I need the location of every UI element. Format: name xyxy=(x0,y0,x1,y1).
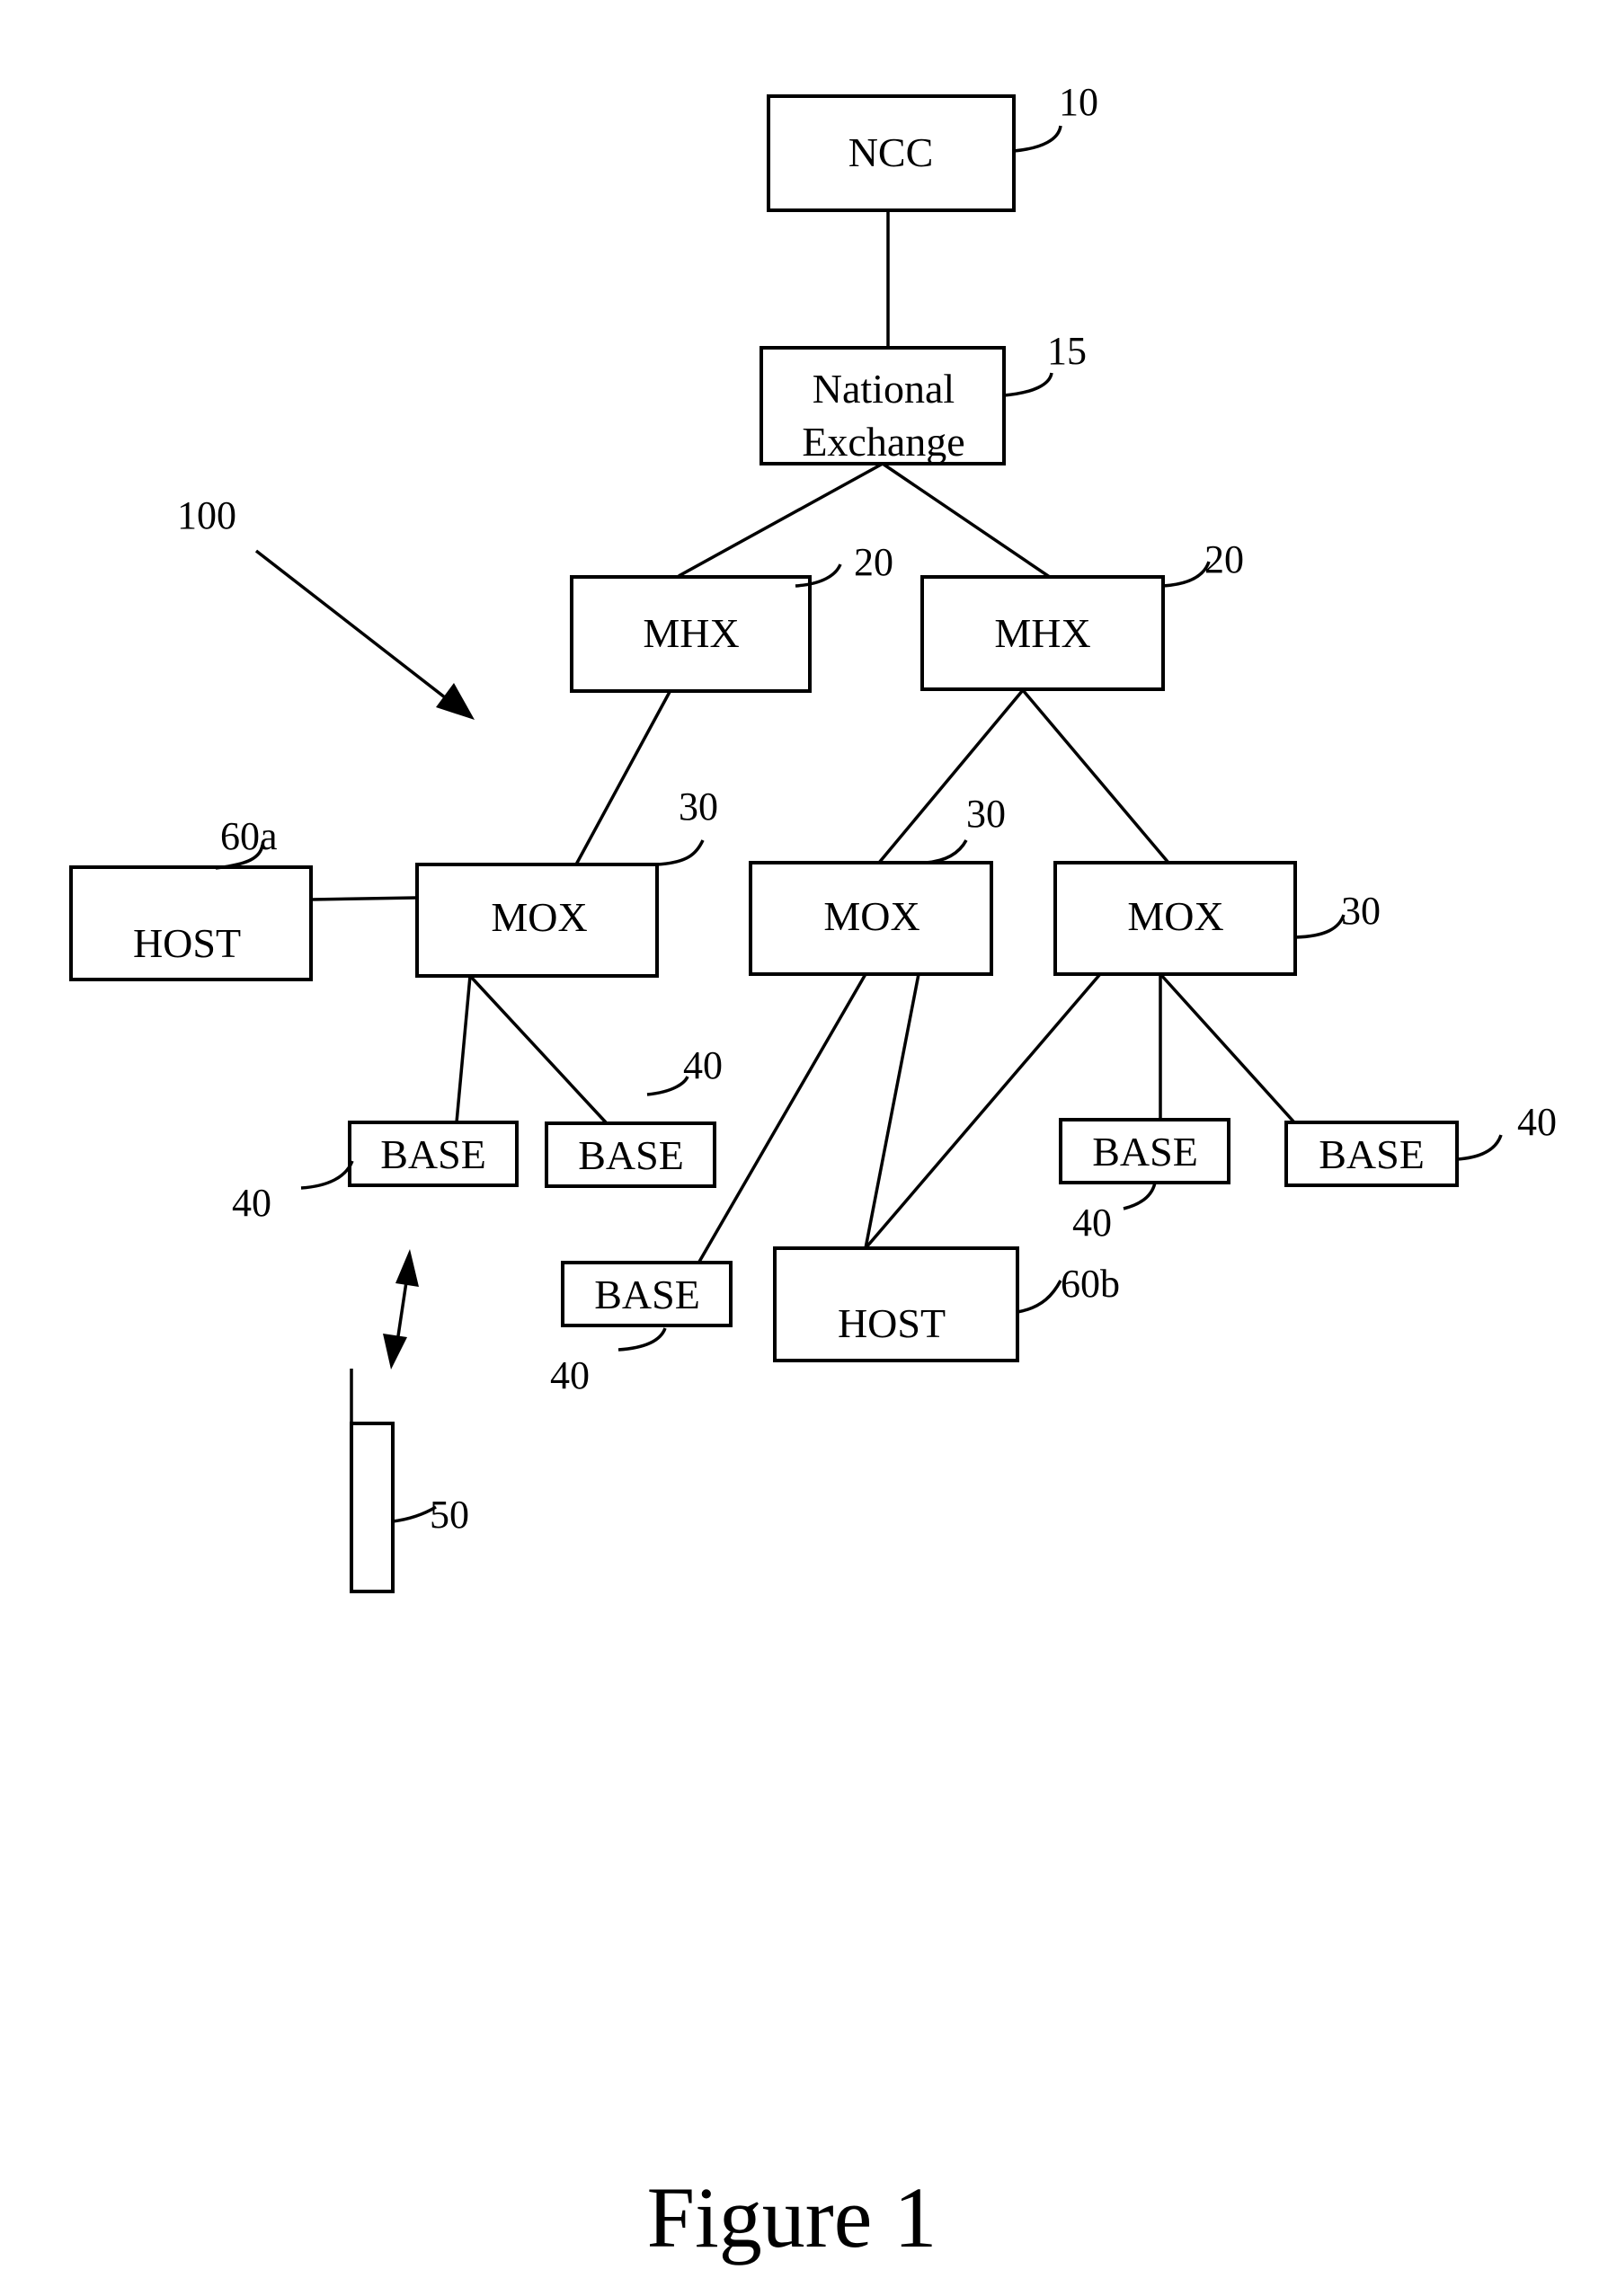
base-1-leader xyxy=(300,1160,354,1190)
mox-right-node: MOX 30 xyxy=(1053,861,1381,976)
wireless-arrow-head-down xyxy=(383,1334,407,1370)
ncc-label: NCC xyxy=(848,129,934,175)
mox-left-ref: 30 xyxy=(679,785,718,829)
base-5-node: BASE 40 xyxy=(1284,1100,1557,1187)
ncc-leader xyxy=(1013,125,1062,153)
link-mhx-right-mox-right xyxy=(1021,688,1170,864)
mhx-left-node: MHX 20 xyxy=(570,540,893,693)
link-mox-left-base-1 xyxy=(455,975,472,1123)
link-natex-mhx-right xyxy=(882,462,1062,587)
base-3-ref: 40 xyxy=(550,1353,590,1397)
wireless-arrow-head-up xyxy=(395,1249,419,1287)
national-exchange-label-2: Exchange xyxy=(802,419,964,465)
host-b-ref: 60b xyxy=(1061,1262,1120,1306)
host-a-ref: 60a xyxy=(220,814,278,858)
mhx-right-label: MHX xyxy=(994,610,1090,656)
national-exchange-ref: 15 xyxy=(1047,329,1087,373)
base-3-label: BASE xyxy=(594,1272,700,1317)
national-exchange-leader xyxy=(1003,372,1053,397)
device-box xyxy=(350,1422,395,1593)
mox-left-leader xyxy=(656,839,705,866)
base-1-label: BASE xyxy=(380,1131,486,1177)
link-natex-mhx-left xyxy=(678,462,884,578)
base-2-leader xyxy=(646,1076,689,1096)
host-b-node: HOST 60b xyxy=(773,1246,1120,1362)
base-5-label: BASE xyxy=(1319,1131,1425,1177)
link-mox-mid-base-3 xyxy=(697,973,867,1263)
base-3-node: BASE 40 xyxy=(550,1261,733,1397)
wireless-link-arrow xyxy=(383,1249,419,1370)
link-mox-mid-host-b xyxy=(864,973,920,1249)
host-b-leader xyxy=(1017,1280,1062,1314)
link-mox-right-base-5 xyxy=(1159,972,1296,1124)
host-a-label: HOST xyxy=(133,920,241,966)
link-mhx-left-mox-left xyxy=(574,691,671,865)
link-mhx-right-mox-mid xyxy=(877,688,1025,864)
mox-right-ref: 30 xyxy=(1341,889,1381,933)
base-4-label: BASE xyxy=(1092,1129,1198,1175)
mhx-right-leader xyxy=(1162,561,1211,588)
base-4-leader xyxy=(1123,1182,1157,1210)
device-ref: 50 xyxy=(430,1493,469,1537)
mox-left-node: MOX 30 xyxy=(415,785,718,978)
mox-right-label: MOX xyxy=(1127,893,1223,939)
base-4-ref: 40 xyxy=(1072,1201,1112,1245)
base-2-ref: 40 xyxy=(683,1043,723,1087)
link-mox-left-base-2 xyxy=(468,974,608,1124)
system-ref-label: 100 xyxy=(177,493,236,537)
figure-caption: Figure 1 xyxy=(647,2169,937,2265)
base-3-leader xyxy=(617,1327,667,1352)
mox-mid-leader xyxy=(925,839,968,864)
mox-mid-ref: 30 xyxy=(966,792,1006,836)
mox-mid-label: MOX xyxy=(823,893,919,939)
network-diagram: NCC 10 National Exchange 15 100 MHX 20 M… xyxy=(69,80,1557,2265)
mox-right-leader xyxy=(1294,914,1346,939)
mox-left-label: MOX xyxy=(491,894,587,940)
link-mox-right-host-b xyxy=(864,972,1102,1250)
base-1-ref: 40 xyxy=(232,1181,271,1225)
base-2-label: BASE xyxy=(578,1132,684,1178)
base-2-node: BASE 40 xyxy=(545,1043,723,1188)
national-exchange-label-1: National xyxy=(813,366,955,412)
system-reference: 100 xyxy=(177,493,475,720)
base-5-leader xyxy=(1456,1134,1503,1161)
mhx-right-node: MHX 20 xyxy=(920,537,1244,691)
ncc-ref: 10 xyxy=(1059,80,1098,124)
mox-mid-node: MOX 30 xyxy=(749,792,1006,976)
mhx-left-ref: 20 xyxy=(854,540,893,584)
base-4-node: BASE 40 xyxy=(1059,1118,1230,1245)
mhx-right-ref: 20 xyxy=(1204,537,1244,581)
system-arrow-head xyxy=(436,683,475,720)
base-5-ref: 40 xyxy=(1517,1100,1557,1144)
base-1-node: BASE 40 xyxy=(232,1121,519,1225)
device-node: 50 xyxy=(350,1369,469,1593)
ncc-node: NCC 10 xyxy=(767,80,1098,212)
host-a-node: HOST 60a xyxy=(69,814,313,981)
system-arrow-shaft xyxy=(254,549,451,703)
mhx-left-label: MHX xyxy=(643,610,739,656)
national-exchange-node: National Exchange 15 xyxy=(760,329,1087,465)
host-b-label: HOST xyxy=(838,1300,946,1346)
link-host-a-mox-left xyxy=(310,896,418,901)
